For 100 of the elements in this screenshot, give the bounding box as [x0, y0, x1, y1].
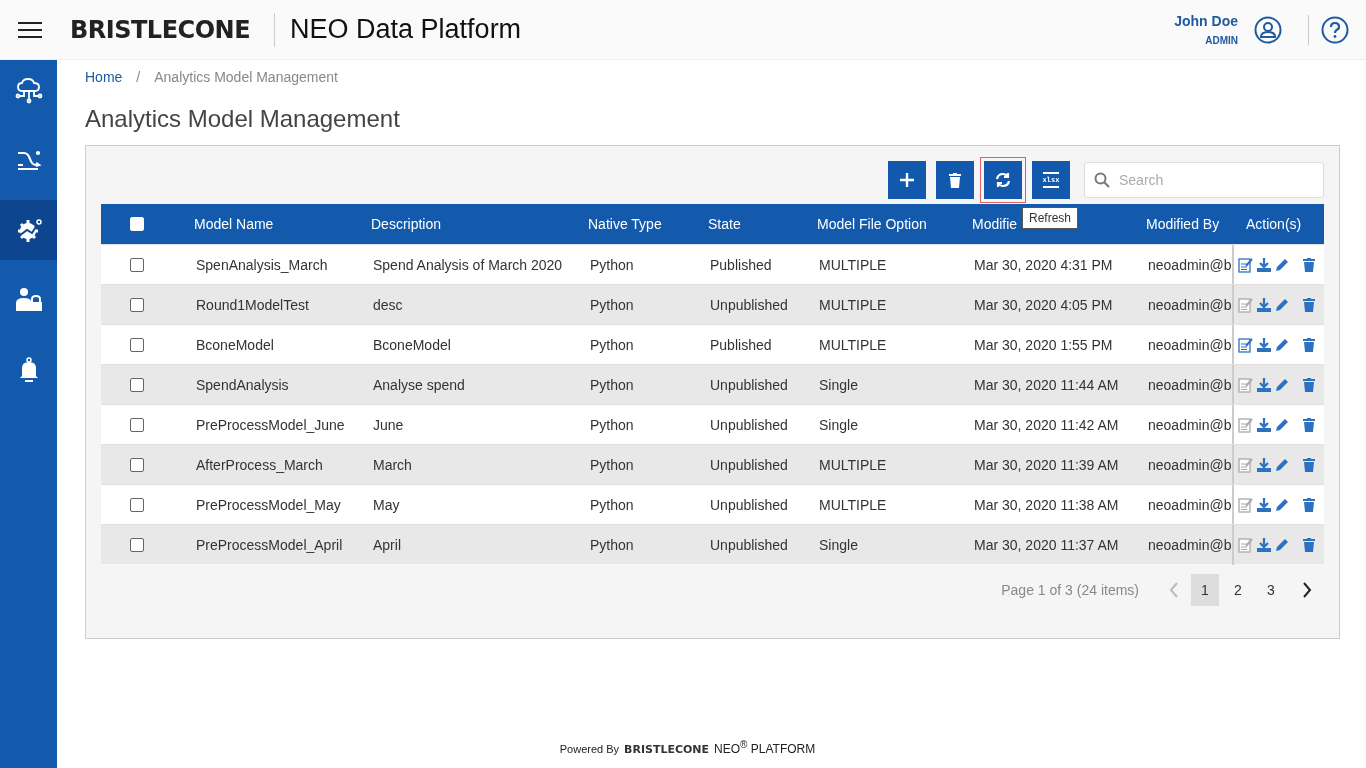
refresh-button[interactable] — [980, 157, 1026, 203]
row-checkbox[interactable] — [130, 457, 144, 472]
column-header[interactable]: Action(s) — [1246, 216, 1302, 232]
row-checkbox[interactable] — [130, 377, 144, 392]
trash-icon[interactable] — [1303, 337, 1315, 352]
download-icon[interactable] — [1257, 417, 1271, 432]
search-icon — [1094, 172, 1110, 188]
table-cell: AfterProcess_March — [196, 456, 323, 473]
trash-icon[interactable] — [1303, 377, 1315, 392]
breadcrumb-current: Analytics Model Management — [154, 69, 338, 85]
table-cell: Python — [590, 416, 634, 433]
table-cell: Python — [590, 456, 634, 473]
table-cell: May — [373, 496, 400, 513]
menu-icon[interactable] — [18, 20, 42, 39]
table-cell: Python — [590, 296, 634, 313]
cloud-network-icon — [14, 76, 43, 104]
pencil-icon[interactable] — [1275, 257, 1289, 272]
select-all-checkbox[interactable] — [130, 217, 144, 231]
user-icon[interactable] — [1254, 15, 1282, 44]
pencil-icon[interactable] — [1275, 417, 1289, 432]
table-cell: Single — [819, 416, 858, 433]
table-cell: neoadmin@b — [1148, 536, 1232, 553]
refresh-icon — [995, 172, 1011, 188]
table-cell: SpenAnalysis_March — [196, 256, 328, 273]
table-cell: Python — [590, 256, 634, 273]
download-icon[interactable] — [1257, 257, 1271, 272]
breadcrumb-link[interactable]: Home — [85, 69, 123, 85]
column-header[interactable]: Modifie — [972, 216, 1018, 232]
table-cell: MULTIPLE — [819, 456, 887, 473]
table-cell: Single — [819, 376, 858, 393]
trash-icon[interactable] — [1303, 497, 1315, 512]
table-cell: March — [373, 456, 412, 473]
table-cell: MULTIPLE — [819, 256, 887, 273]
row-checkbox[interactable] — [130, 337, 144, 352]
row-checkbox[interactable] — [130, 537, 144, 552]
pencil-icon[interactable] — [1275, 377, 1289, 392]
pencil-icon[interactable] — [1275, 297, 1289, 312]
table-cell: MULTIPLE — [819, 296, 887, 313]
table-cell: Single — [819, 536, 858, 553]
footer-logo: BRISTLECONE — [624, 743, 710, 756]
page-button[interactable]: 1 — [1191, 574, 1219, 606]
download-icon[interactable] — [1257, 537, 1271, 552]
next-page-icon[interactable] — [1302, 582, 1312, 598]
download-icon[interactable] — [1257, 377, 1271, 392]
column-header[interactable]: Description — [371, 216, 442, 232]
download-icon[interactable] — [1257, 457, 1271, 472]
search-field[interactable]: Search — [1084, 162, 1324, 198]
tooltip: Refresh — [1021, 207, 1078, 229]
table-cell: Spend Analysis of March 2020 — [373, 256, 563, 273]
download-icon[interactable] — [1257, 297, 1271, 312]
table-cell: MULTIPLE — [819, 496, 887, 513]
download-icon[interactable] — [1257, 337, 1271, 352]
table-cell: neoadmin@b — [1148, 256, 1232, 273]
page-button[interactable]: 2 — [1224, 574, 1252, 606]
row-checkbox[interactable] — [130, 297, 144, 312]
table-cell: Mar 30, 2020 11:37 AM — [974, 536, 1119, 553]
download-icon[interactable] — [1257, 497, 1271, 512]
pencil-icon[interactable] — [1275, 497, 1289, 512]
page-summary: Page 1 of 3 (24 items) — [1001, 582, 1139, 598]
table-cell: April — [373, 536, 401, 553]
column-header[interactable]: State — [708, 216, 741, 232]
pencil-icon[interactable] — [1275, 457, 1289, 472]
table-cell: Unpublished — [710, 496, 788, 513]
column-header[interactable]: Model File Option — [817, 216, 927, 232]
table-cell: MULTIPLE — [819, 336, 887, 353]
table-cell: Mar 30, 2020 11:44 AM — [974, 376, 1119, 393]
table-cell: Mar 30, 2020 1:55 PM — [974, 336, 1113, 353]
table-cell: BconeModel — [196, 336, 274, 353]
page-title: Analytics Model Management — [85, 105, 401, 133]
column-header[interactable]: Model Name — [194, 216, 274, 232]
user-name[interactable]: John Doe — [1174, 13, 1238, 29]
edit-document-icon[interactable] — [1238, 256, 1253, 273]
table-cell: Python — [590, 496, 634, 513]
table-cell: neoadmin@b — [1148, 496, 1232, 513]
table-cell: neoadmin@b — [1148, 336, 1232, 353]
pencil-icon[interactable] — [1275, 337, 1289, 352]
table-cell: Published — [710, 256, 772, 273]
edit-document-icon[interactable] — [1238, 336, 1253, 353]
column-header[interactable]: Modified By — [1146, 216, 1220, 232]
row-checkbox[interactable] — [130, 497, 144, 512]
row-checkbox[interactable] — [130, 417, 144, 432]
table-cell: Round1ModelTest — [196, 296, 309, 313]
sidebar-item[interactable] — [0, 200, 57, 260]
page-button[interactable]: 3 — [1257, 574, 1285, 606]
table-cell: desc — [373, 296, 403, 313]
table-cell: PreProcessModel_April — [196, 536, 343, 553]
trash-icon — [949, 172, 961, 188]
trash-icon[interactable] — [1303, 457, 1315, 472]
column-header[interactable]: Native Type — [588, 216, 662, 232]
trash-icon[interactable] — [1303, 297, 1315, 312]
pencil-icon[interactable] — [1275, 537, 1289, 552]
trash-icon[interactable] — [1303, 537, 1315, 552]
trash-icon[interactable] — [1303, 417, 1315, 432]
table-cell: Mar 30, 2020 4:05 PM — [974, 296, 1113, 313]
help-icon[interactable] — [1321, 15, 1349, 44]
table-cell: SpendAnalysis — [196, 376, 289, 393]
row-checkbox[interactable] — [130, 257, 144, 272]
trash-icon[interactable] — [1303, 257, 1315, 272]
powered-by-text: Powered By — [559, 743, 620, 755]
table-cell: BconeModel — [373, 336, 451, 353]
